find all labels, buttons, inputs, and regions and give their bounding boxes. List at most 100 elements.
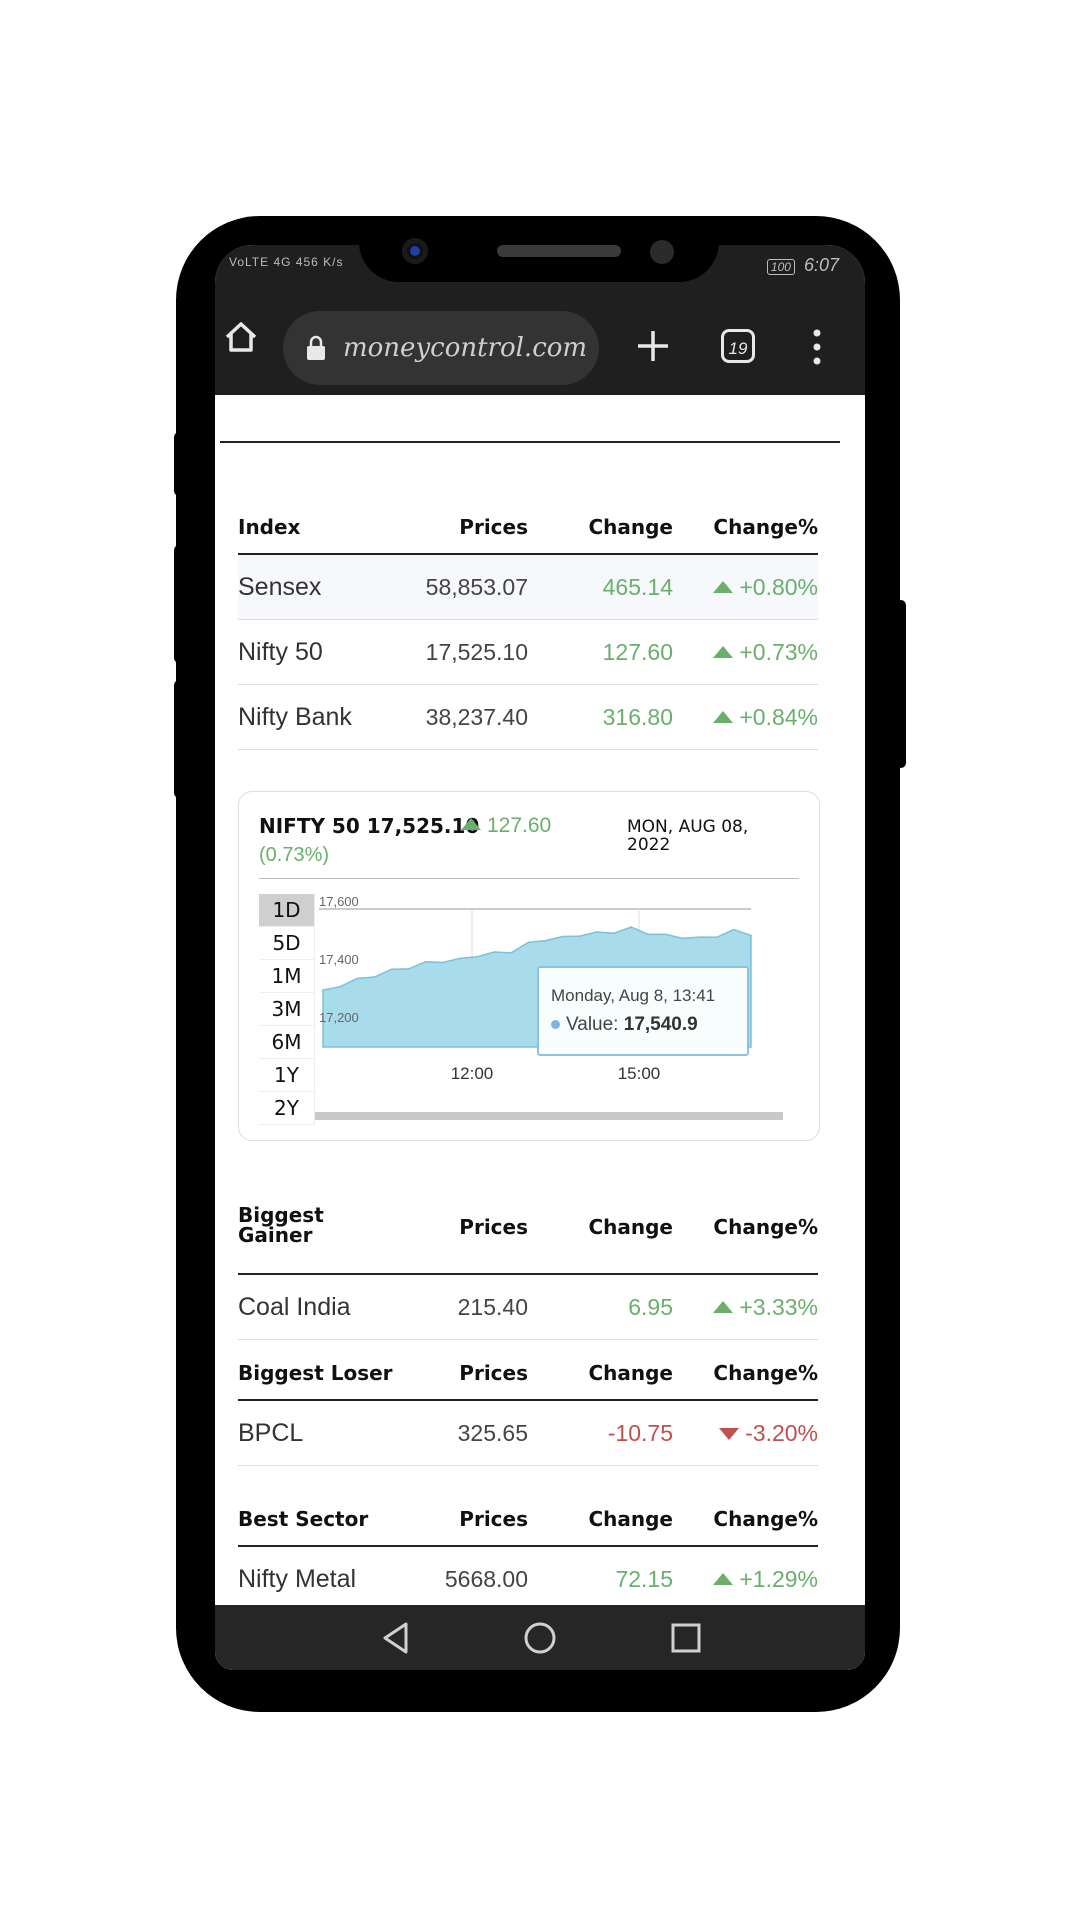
data-point [459, 957, 461, 960]
data-point [493, 951, 495, 953]
tab-switcher-button[interactable]: 19 [721, 329, 755, 363]
index-price: 38,237.40 [425, 704, 528, 730]
header-change-pct: Change% [713, 515, 818, 539]
index-change-pct: +0.80% [713, 555, 818, 619]
recents-icon[interactable] [671, 1623, 701, 1653]
data-point [442, 961, 444, 964]
header-gainer: Biggest Gainer [238, 1203, 324, 1247]
header-change: Change [588, 515, 673, 539]
header-prices: Prices [459, 1361, 528, 1385]
table-row[interactable]: Coal India 215.40 6.95 +3.33% [238, 1275, 818, 1340]
stock-change-pct-value: +3.33% [739, 1294, 818, 1320]
period-1y-button[interactable]: 1Y [259, 1059, 315, 1092]
y-tick-label: 17,400 [319, 952, 359, 967]
down-arrow-icon [719, 1427, 740, 1440]
index-change-pct: +0.73% [713, 620, 818, 684]
signal-info: VoLTE 4G 456 K/s [229, 255, 344, 269]
header-change-pct: Change% [713, 1361, 818, 1385]
x-tick-label: 15:00 [618, 1064, 661, 1083]
data-point [733, 928, 735, 931]
home-circle-icon[interactable] [523, 1621, 557, 1655]
table-row[interactable]: Nifty 50 17,525.10 127.60 +0.73% [238, 620, 818, 685]
header-prices: Prices [459, 1215, 528, 1239]
data-point [476, 955, 478, 958]
data-point [596, 931, 598, 933]
series-dot-icon [551, 1020, 560, 1030]
up-arrow-icon [713, 645, 734, 658]
table-header: Index Prices Change Change% [238, 503, 818, 555]
stock-price: 215.40 [457, 1294, 528, 1320]
chart-scrollbar[interactable] [315, 1112, 783, 1120]
chart-change-pct: (0.73%) [259, 844, 330, 866]
up-arrow-icon [713, 710, 734, 723]
indices-table: Index Prices Change Change% Sensex 58,85… [238, 503, 818, 750]
data-point [681, 937, 684, 940]
data-point [613, 932, 615, 935]
lock-icon [307, 335, 325, 360]
data-point [544, 939, 547, 942]
stock-change-pct: -3.20% [719, 1401, 818, 1465]
period-6m-button[interactable]: 6M [259, 1026, 315, 1059]
phone-power-button [896, 600, 906, 768]
index-name: Sensex [238, 573, 322, 601]
index-change: 465.14 [602, 574, 673, 600]
data-point [561, 935, 564, 938]
data-point [527, 941, 530, 944]
header-change: Change [588, 1507, 673, 1531]
period-1m-button[interactable]: 1M [259, 960, 315, 993]
chart-change-value: 127.60 [487, 814, 552, 837]
data-point [647, 933, 650, 936]
sector-name: Nifty Metal [238, 1565, 357, 1593]
table-row[interactable]: Nifty Bank 38,237.40 316.80 +0.84% [238, 685, 818, 750]
table-row[interactable]: Nifty Metal 5668.00 72.15 +1.29% [238, 1547, 818, 1612]
period-1d-button[interactable]: 1D [259, 894, 315, 927]
data-point [715, 936, 718, 939]
index-change: 127.60 [602, 639, 673, 665]
stock-name: Coal India [238, 1293, 351, 1321]
browser-toolbar: moneycontrol.com 19 [215, 295, 865, 395]
phone-screen: VoLTE 4G 456 K/s 100 6:07 moneycontrol.c… [215, 245, 865, 1670]
table-header: Best Sector Prices Change Change% [238, 1495, 818, 1547]
header-change: Change [588, 1215, 673, 1239]
period-2y-button[interactable]: 2Y [259, 1092, 315, 1125]
sector-price: 5668.00 [444, 1566, 528, 1592]
gainer-table: Biggest Gainer Prices Change Change% Coa… [238, 1195, 818, 1340]
up-arrow-icon [713, 1300, 734, 1313]
back-icon[interactable] [380, 1621, 412, 1655]
chart-tooltip: Monday, Aug 8, 13:41 Value: 17,540.9 [537, 966, 749, 1056]
earpiece-speaker [497, 245, 621, 257]
header-index: Index [238, 515, 301, 539]
section-divider [220, 441, 840, 443]
table-header: Biggest Loser Prices Change Change% [238, 1349, 818, 1401]
up-arrow-icon [713, 1572, 734, 1585]
period-5d-button[interactable]: 5D [259, 927, 315, 960]
index-change-pct-value: +0.80% [739, 574, 818, 600]
up-arrow-icon [461, 818, 481, 831]
period-selector: 1D 5D 1M 3M 6M 1Y 2Y [259, 894, 315, 1125]
index-price: 58,853.07 [425, 574, 528, 600]
tooltip-value: Value: 17,540.9 [551, 1014, 698, 1036]
chart-title: NIFTY 50 17,525.10 [259, 814, 479, 838]
header-change-pct: Change% [713, 1215, 818, 1239]
index-price: 17,525.10 [425, 639, 528, 665]
url-text: moneycontrol.com [343, 333, 588, 363]
data-point [373, 976, 376, 978]
table-row[interactable]: BPCL 325.65 -10.75 -3.20% [238, 1401, 818, 1466]
header-change-pct: Change% [713, 1507, 818, 1531]
sector-change-pct-value: +1.29% [739, 1566, 818, 1592]
new-tab-icon[interactable] [635, 328, 671, 364]
chart-date: MON, AUG 08, 2022 [627, 817, 749, 855]
index-name: Nifty Bank [238, 703, 352, 731]
index-change-pct-value: +0.84% [739, 704, 818, 730]
x-tick-label: 12:00 [451, 1064, 494, 1083]
loser-table: Biggest Loser Prices Change Change% BPCL… [238, 1349, 818, 1466]
url-bar[interactable]: moneycontrol.com [283, 311, 599, 385]
overflow-menu-icon[interactable] [813, 327, 821, 367]
period-3m-button[interactable]: 3M [259, 993, 315, 1026]
chart-index-name: NIFTY 50 [259, 814, 360, 838]
table-row[interactable]: Sensex 58,853.07 465.14 +0.80% [238, 555, 818, 620]
home-icon[interactable] [221, 317, 261, 357]
phone-side-button [174, 432, 184, 496]
index-name: Nifty 50 [238, 638, 323, 666]
data-point [510, 952, 513, 954]
